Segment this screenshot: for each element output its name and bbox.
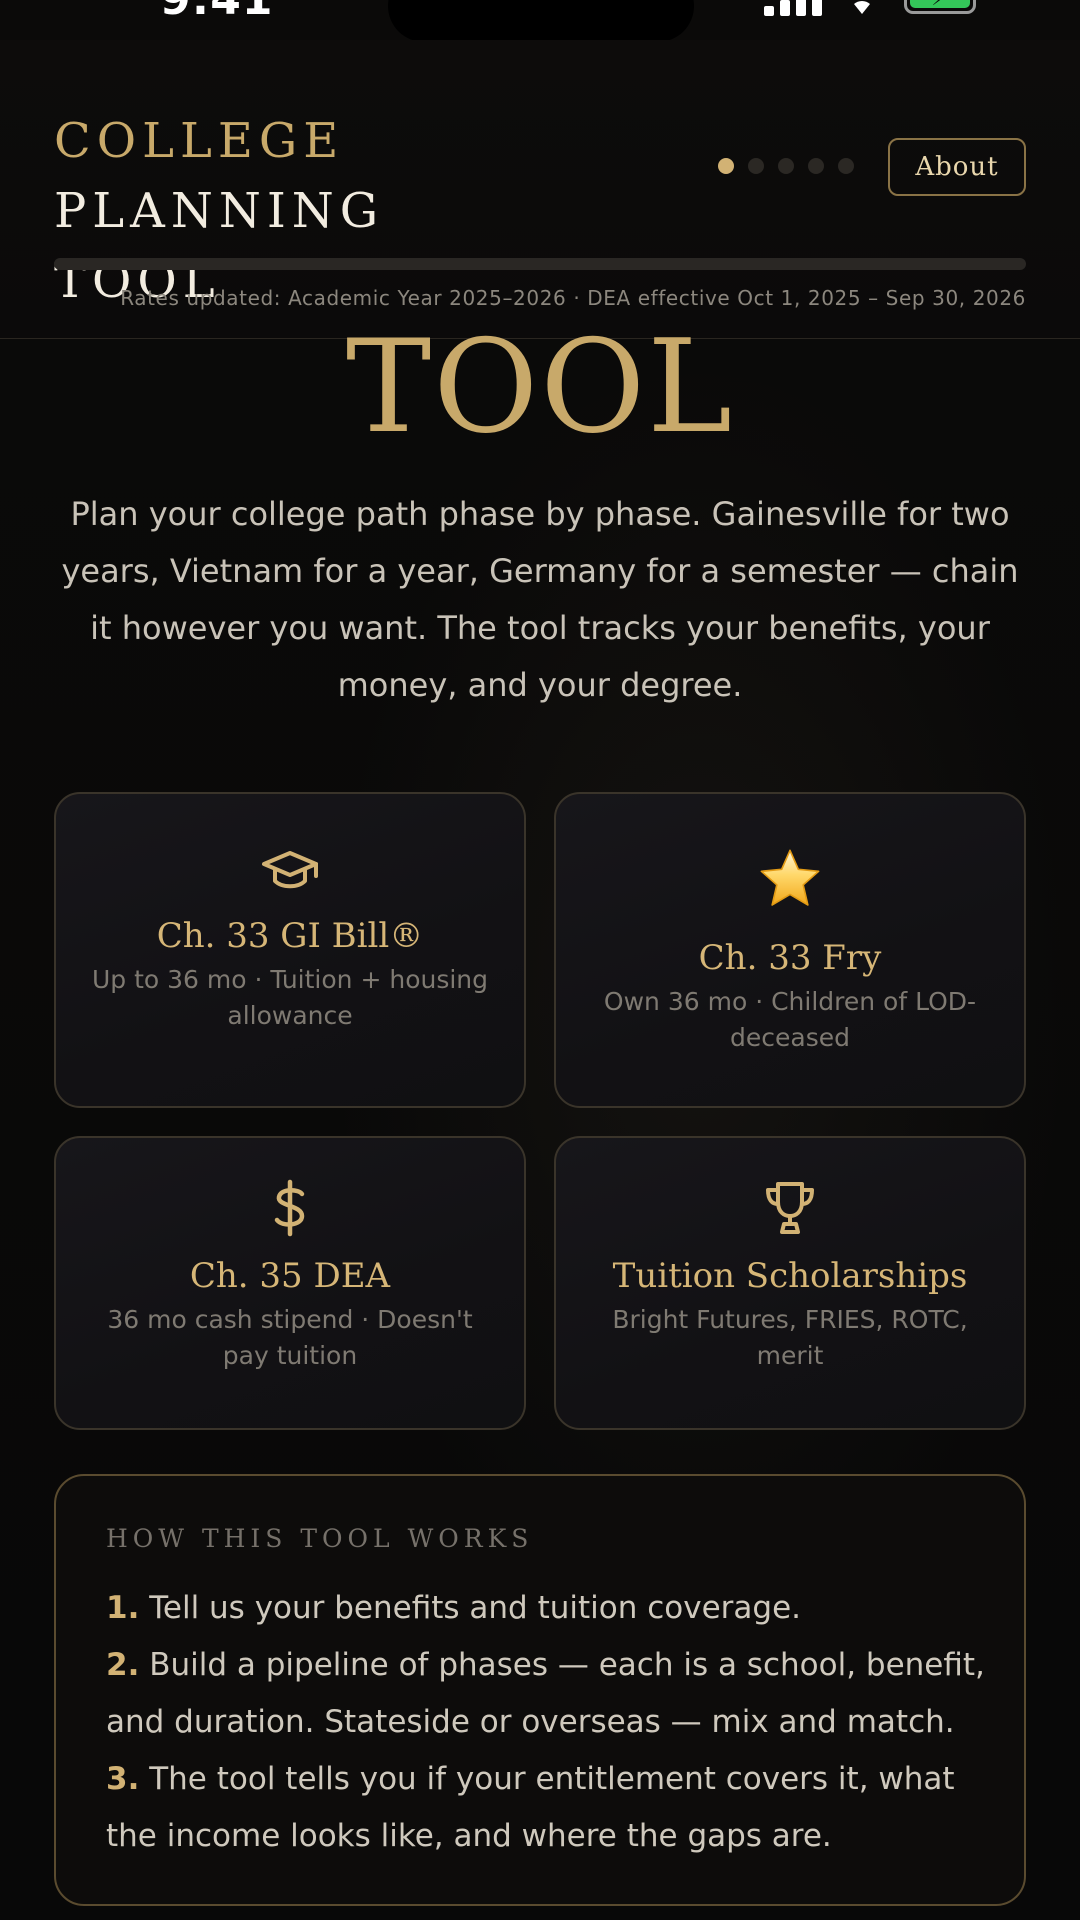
- how-step-number: 2.: [106, 1647, 140, 1683]
- battery-icon: ⚡: [904, 0, 976, 14]
- status-time: 9:41: [160, 0, 273, 25]
- benefit-card-dea[interactable]: Ch. 35 DEA 36 mo cash stipend · Doesn't …: [54, 1136, 526, 1430]
- step-dot-1[interactable]: [718, 158, 734, 174]
- benefit-card-title: Ch. 35 DEA: [189, 1256, 391, 1296]
- dollar-icon: [274, 1179, 305, 1237]
- status-bar: 9:41 ⚡: [0, 0, 1080, 42]
- how-step-3: 3. The tool tells you if your entitlemen…: [106, 1751, 986, 1865]
- how-step-text: Build a pipeline of phases — each is a s…: [106, 1647, 985, 1740]
- star-icon: [760, 849, 820, 906]
- how-step-2: 2. Build a pipeline of phases — each is …: [106, 1637, 986, 1751]
- benefit-card-scholarships[interactable]: Tuition Scholarships Bright Futures, FRI…: [554, 1136, 1026, 1430]
- trophy-icon: [766, 1182, 814, 1234]
- about-button[interactable]: About: [888, 138, 1026, 196]
- benefit-card-subtitle: 36 mo cash stipend · Doesn't pay tuition: [107, 1305, 473, 1370]
- benefit-card-title: Ch. 33 Fry: [698, 938, 882, 978]
- how-it-works-heading: HOW THIS TOOL WORKS: [106, 1524, 534, 1553]
- benefit-card-subtitle: Up to 36 mo · Tuition + housing allowanc…: [91, 965, 489, 1030]
- app-title: COLLEGE PLANNING TOOL: [54, 106, 694, 316]
- hero-description: Plan your college path phase by phase. G…: [61, 495, 1019, 704]
- how-step-number: 1.: [106, 1590, 140, 1626]
- wifi-icon: [854, 0, 870, 14]
- app-header: COLLEGE PLANNING TOOL About Rates update…: [0, 40, 1080, 339]
- how-step-number: 3.: [106, 1761, 140, 1797]
- benefit-card-fry[interactable]: Ch. 33 Fry Own 36 mo · Children of LOD-d…: [554, 792, 1026, 1108]
- step-dot-4[interactable]: [808, 158, 824, 174]
- benefit-card-subtitle: Bright Futures, FRIES, ROTC, merit: [612, 1305, 968, 1370]
- how-it-works-steps: 1. Tell us your benefits and tuition cov…: [106, 1580, 986, 1865]
- benefit-card-subtitle: Own 36 mo · Children of LOD-deceased: [603, 987, 977, 1052]
- step-dot-3[interactable]: [778, 158, 794, 174]
- benefit-card-title: Ch. 33 GI Bill®: [156, 916, 424, 956]
- app-title-accent: COLLEGE: [54, 113, 345, 169]
- graduation-cap-icon: [262, 851, 318, 889]
- how-step-1: 1. Tell us your benefits and tuition cov…: [106, 1580, 986, 1637]
- benefit-card-gi-bill[interactable]: Ch. 33 GI Bill® Up to 36 mo · Tuition + …: [54, 792, 526, 1108]
- rates-note: Rates updated: Academic Year 2025–2026 ·…: [120, 286, 1026, 310]
- step-dot-5[interactable]: [838, 158, 854, 174]
- hero-title: TOOL: [345, 313, 735, 462]
- step-dot-2[interactable]: [748, 158, 764, 174]
- progress-bar: [54, 258, 1026, 270]
- step-indicator: [718, 158, 854, 174]
- how-it-works-panel: HOW THIS TOOL WORKS 1. Tell us your bene…: [54, 1474, 1026, 1906]
- app-title-rest: PLANNING: [54, 183, 385, 239]
- how-step-text: Tell us your benefits and tuition covera…: [149, 1590, 802, 1626]
- how-step-text: The tool tells you if your entitlement c…: [106, 1761, 955, 1854]
- benefit-card-title: Tuition Scholarships: [612, 1256, 968, 1296]
- cellular-signal-icon: [764, 0, 824, 16]
- dynamic-island: [388, 0, 694, 42]
